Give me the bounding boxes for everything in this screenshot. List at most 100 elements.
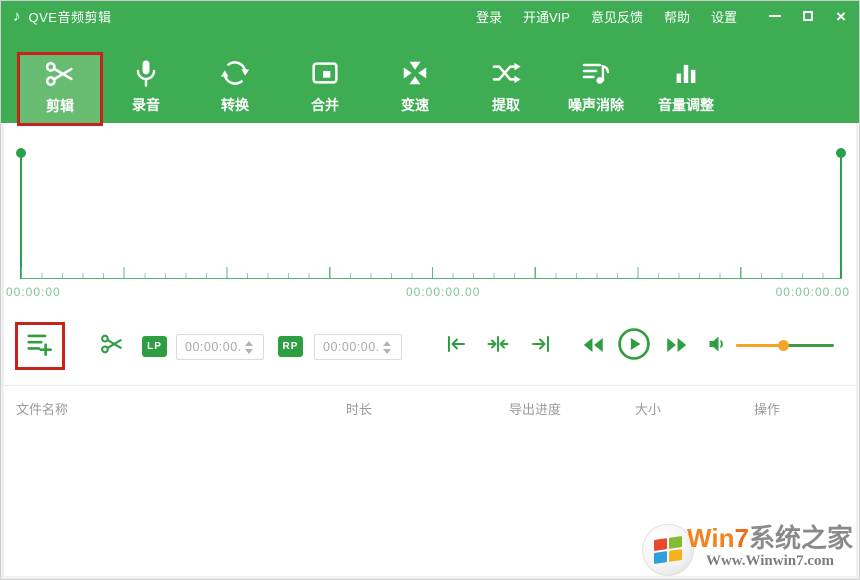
col-duration: 时长 <box>346 399 372 418</box>
scissors-icon <box>99 331 125 362</box>
microphone-icon <box>130 53 162 93</box>
main-area: 00:00:00 00:00:00.00 00:00:00.00 LP <box>4 123 856 576</box>
tool-label: 提取 <box>492 95 520 115</box>
flag-blue-pane <box>654 551 667 564</box>
ruler-major-ticks <box>21 267 843 278</box>
volume-bars-icon <box>671 53 701 93</box>
watermark-brand: Win7系统之家 <box>686 525 854 551</box>
tool-label: 噪声消除 <box>568 95 624 115</box>
col-size: 大小 <box>635 399 661 418</box>
speed-icon <box>400 53 430 93</box>
maximize-button[interactable] <box>800 8 816 24</box>
jump-end-button[interactable] <box>529 334 553 358</box>
jump-start-button[interactable] <box>444 334 468 358</box>
menu-help[interactable]: 帮助 <box>664 7 690 26</box>
tool-label: 音量调整 <box>658 95 714 115</box>
left-point-badge[interactable]: LP <box>142 336 167 357</box>
window-controls: × <box>767 8 849 24</box>
right-point-spinner[interactable] <box>379 341 395 354</box>
flag-yellow-pane <box>669 549 682 562</box>
menu-settings[interactable]: 设置 <box>711 7 737 26</box>
tool-label: 剪辑 <box>46 96 74 116</box>
rewind-icon <box>580 332 606 363</box>
speaker-icon <box>706 332 730 361</box>
ruler-baseline <box>21 278 842 279</box>
menu-login[interactable]: 登录 <box>476 7 502 26</box>
watermark-text: Win7系统之家 Www.Winwin7.com <box>686 525 854 570</box>
music-note-icon: ♪ <box>13 9 21 24</box>
menu-vip[interactable]: 开通VIP <box>523 7 570 26</box>
selection-start-marker[interactable] <box>20 153 22 279</box>
fast-forward-icon <box>664 332 690 363</box>
watermark: Win7系统之家 Www.Winwin7.com <box>642 522 854 576</box>
col-actions: 操作 <box>754 399 780 418</box>
volume-slider-handle[interactable] <box>736 344 784 347</box>
fast-forward-button[interactable] <box>664 334 690 360</box>
tool-label: 合并 <box>311 95 339 115</box>
tool-volume-adjust[interactable]: 音量调整 <box>646 53 726 123</box>
left-point-spinner[interactable] <box>241 341 257 354</box>
windows-flag-icon <box>654 536 682 564</box>
play-button[interactable] <box>617 329 651 363</box>
app-window: ♪ QVE音频剪辑 登录 开通VIP 意见反馈 帮助 设置 × 剪辑 <box>0 0 860 580</box>
scissors-icon <box>43 54 77 94</box>
tool-merge[interactable]: 合并 <box>285 53 365 123</box>
watermark-win: Win <box>687 523 734 553</box>
jump-start-icon <box>444 332 468 361</box>
menu-feedback[interactable]: 意见反馈 <box>591 7 643 26</box>
minimize-button[interactable] <box>767 8 783 24</box>
win7-logo-icon <box>642 524 694 576</box>
timeline-start-label: 00:00:00 <box>6 285 61 299</box>
minimize-icon <box>769 15 781 17</box>
jump-center-button[interactable] <box>486 334 510 358</box>
tool-noise-removal[interactable]: 噪声消除 <box>556 53 636 123</box>
add-file-button[interactable] <box>25 331 55 361</box>
maximize-icon <box>803 11 813 21</box>
toolbar: 剪辑 录音 转换 <box>1 31 859 123</box>
extract-shuffle-icon <box>490 53 522 93</box>
tool-cut[interactable]: 剪辑 <box>20 54 100 123</box>
tool-label: 变速 <box>401 95 429 115</box>
right-point-time-box <box>314 334 402 360</box>
tool-label: 转换 <box>221 95 249 115</box>
timeline-middle-label: 00:00:00.00 <box>406 285 480 299</box>
left-point-time-box <box>176 334 264 360</box>
tool-extract[interactable]: 提取 <box>466 53 546 123</box>
selection-end-marker[interactable] <box>840 153 842 279</box>
left-point-time-input[interactable] <box>177 340 241 354</box>
timeline-end-label: 00:00:00.00 <box>776 285 850 299</box>
tool-record[interactable]: 录音 <box>106 53 186 123</box>
flag-red-pane <box>654 538 667 551</box>
right-point-time-input[interactable] <box>315 340 379 354</box>
app-title: QVE音频剪辑 <box>29 7 112 26</box>
col-filename: 文件名称 <box>16 399 68 418</box>
jump-end-icon <box>529 332 553 361</box>
titlebar-menu: 登录 开通VIP 意见反馈 帮助 设置 <box>476 7 737 26</box>
add-playlist-icon <box>25 329 55 364</box>
tool-convert[interactable]: 转换 <box>195 53 275 123</box>
volume-slider[interactable] <box>736 344 834 347</box>
rewind-button[interactable] <box>580 334 606 360</box>
spin-up-icon[interactable] <box>245 341 253 346</box>
titlebar: ♪ QVE音频剪辑 登录 开通VIP 意见反馈 帮助 设置 × <box>1 1 859 31</box>
cut-button[interactable] <box>99 333 125 359</box>
flag-green-pane <box>669 536 682 549</box>
merge-icon <box>309 53 341 93</box>
watermark-url: Www.Winwin7.com <box>686 553 854 570</box>
noise-removal-icon <box>580 53 612 93</box>
jump-center-icon <box>486 332 510 361</box>
spin-up-icon[interactable] <box>383 341 391 346</box>
close-button[interactable]: × <box>833 8 849 24</box>
spin-down-icon[interactable] <box>245 349 253 354</box>
table-divider <box>4 385 856 386</box>
watermark-seven: 7 <box>734 523 748 553</box>
play-icon <box>617 327 651 366</box>
right-point-badge[interactable]: RP <box>278 336 303 357</box>
tool-label: 录音 <box>132 95 160 115</box>
mute-button[interactable] <box>706 334 730 358</box>
convert-arrows-icon <box>219 53 251 93</box>
tool-speed[interactable]: 变速 <box>375 53 455 123</box>
spin-down-icon[interactable] <box>383 349 391 354</box>
watermark-cn: 系统之家 <box>749 523 853 553</box>
col-progress: 导出进度 <box>509 399 561 418</box>
